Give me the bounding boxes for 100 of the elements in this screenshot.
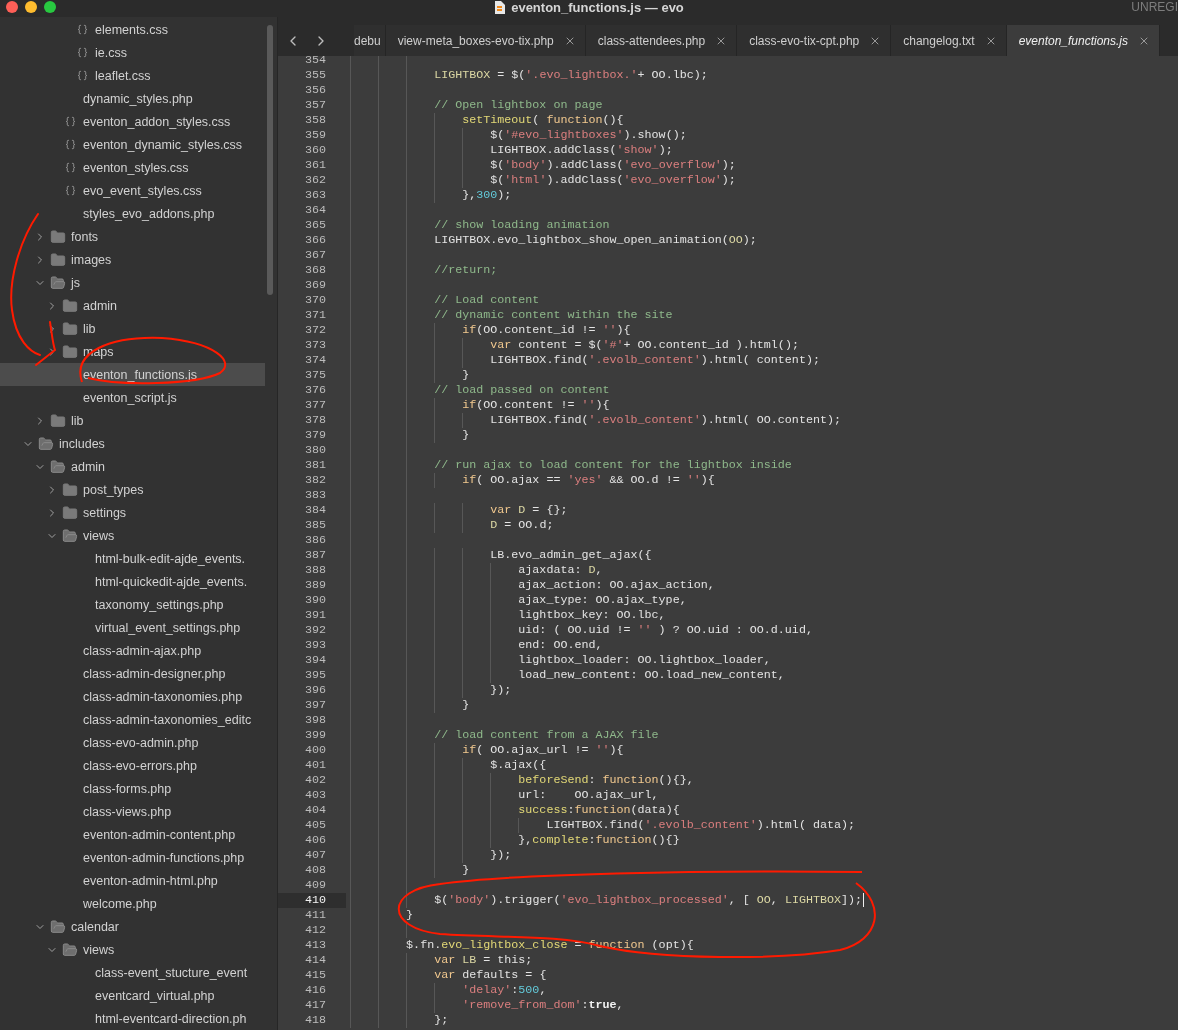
folder-item[interactable]: admin xyxy=(0,294,265,317)
line-number: 418 xyxy=(303,1012,327,1028)
line-number: 374 xyxy=(303,352,327,368)
file-item[interactable]: eventon-admin-content.php xyxy=(0,823,265,846)
file-item[interactable]: eventcard_virtual.php xyxy=(0,984,265,1007)
folder-item[interactable]: admin xyxy=(0,455,265,478)
line-number: 417 xyxy=(303,997,327,1013)
file-item[interactable]: class-evo-errors.php xyxy=(0,754,265,777)
file-item[interactable]: leaflet.css xyxy=(0,64,265,87)
file-item[interactable]: styles_evo_addons.php xyxy=(0,202,265,225)
line-number: 382 xyxy=(303,472,327,488)
line-number: 395 xyxy=(303,667,327,683)
folder-item[interactable]: js xyxy=(0,271,265,294)
line-number: 372 xyxy=(303,322,327,338)
code-line: var content = $('#'+ OO.content_id ).html(); xyxy=(489,337,799,353)
file-tab[interactable]: changelog.txt xyxy=(891,25,1007,56)
file-item[interactable]: class-forms.php xyxy=(0,777,265,800)
file-item[interactable]: html-quickedit-ajde_events. xyxy=(0,570,265,593)
line-number: 361 xyxy=(303,157,327,173)
line-number: 400 xyxy=(303,742,327,758)
file-item[interactable]: eventon_script.js xyxy=(0,386,265,409)
file-tab[interactable]: debu xyxy=(354,25,386,56)
folder-item[interactable]: fonts xyxy=(0,225,265,248)
folder-item[interactable]: lib xyxy=(0,317,265,340)
code-line: }); xyxy=(489,682,512,698)
line-number: 392 xyxy=(303,622,327,638)
file-item[interactable]: class-views.php xyxy=(0,800,265,823)
code-line: 'delay':500, xyxy=(461,982,547,998)
line-number: 370 xyxy=(303,292,327,308)
folder-icon xyxy=(62,481,78,498)
code-line: ajaxdata: D, xyxy=(517,562,603,578)
file-item[interactable]: welcome.php xyxy=(0,892,265,915)
file-tab[interactable]: eventon_functions.js xyxy=(1006,25,1161,56)
minimize-window-button[interactable] xyxy=(25,0,37,13)
file-item[interactable]: eventon_functions.js xyxy=(0,363,265,386)
code-line: // load passed on content xyxy=(433,382,610,398)
folder-item[interactable]: post_types xyxy=(0,478,265,501)
folder-icon xyxy=(50,228,66,245)
line-number: 403 xyxy=(303,787,327,803)
code-line: LB.evo_admin_get_ajax({ xyxy=(489,547,652,563)
folder-item[interactable]: views xyxy=(0,524,265,547)
file-item[interactable]: html-bulk-edit-ajde_events. xyxy=(0,547,265,570)
file-item[interactable]: virtual_event_settings.php xyxy=(0,616,265,639)
code-line: LIGHTBOX.find('.evolb_content').html( OO.content); xyxy=(489,412,841,428)
file-item[interactable]: taxonomy_settings.php xyxy=(0,593,265,616)
file-item[interactable]: dynamic_styles.php xyxy=(0,87,265,110)
folder-icon xyxy=(62,527,78,544)
file-item[interactable]: html-eventcard-direction.ph xyxy=(0,1007,265,1030)
folder-icon xyxy=(62,320,78,337)
file-item[interactable]: class-evo-admin.php xyxy=(0,731,265,754)
line-number: 369 xyxy=(303,277,327,293)
file-item[interactable]: elements.css xyxy=(0,18,265,41)
file-item[interactable]: class-admin-taxonomies.php xyxy=(0,685,265,708)
code-line: LIGHTBOX.find('.evolb_content').html( content); xyxy=(489,352,820,368)
file-item[interactable]: eventon_dynamic_styles.css xyxy=(0,133,265,156)
line-number: 404 xyxy=(303,802,327,818)
folder-icon xyxy=(62,941,78,958)
braces-icon xyxy=(64,162,76,173)
line-number: 413 xyxy=(303,937,327,953)
file-item[interactable]: eventon_addon_styles.css xyxy=(0,110,265,133)
line-number: 355 xyxy=(303,67,327,83)
code-line: } xyxy=(461,427,470,443)
line-number: 362 xyxy=(303,172,327,188)
file-item[interactable]: evo_event_styles.css xyxy=(0,179,265,202)
file-item[interactable]: class-admin-taxonomies_editc xyxy=(0,708,265,731)
folder-item[interactable]: lib xyxy=(0,409,265,432)
code-line: }; xyxy=(433,1012,449,1028)
file-tab[interactable]: class-attendees.php xyxy=(585,25,738,56)
scrollbar-thumb[interactable] xyxy=(267,25,273,295)
line-number: 373 xyxy=(303,337,327,353)
line-number: 358 xyxy=(303,112,327,128)
line-number: 411 xyxy=(303,907,327,923)
file-item[interactable]: ie.css xyxy=(0,41,265,64)
file-item[interactable]: class-admin-designer.php xyxy=(0,662,265,685)
file-tab[interactable]: class-evo-tix-cpt.php xyxy=(737,25,892,56)
line-number: 387 xyxy=(303,547,327,563)
folder-item[interactable]: views xyxy=(0,938,265,961)
line-number: 356 xyxy=(303,82,327,98)
folder-item[interactable]: calendar xyxy=(0,915,265,938)
file-item[interactable]: class-event_stucture_event xyxy=(0,961,265,984)
line-number: 375 xyxy=(303,367,327,383)
line-number: 409 xyxy=(303,877,327,893)
folder-item[interactable]: includes xyxy=(0,432,265,455)
file-tab[interactable]: view-meta_boxes-evo-tix.php xyxy=(385,25,586,56)
file-item[interactable]: class-admin-ajax.php xyxy=(0,639,265,662)
file-item[interactable]: eventon-admin-functions.php xyxy=(0,846,265,869)
file-item[interactable]: eventon_styles.css xyxy=(0,156,265,179)
line-number: 405 xyxy=(303,817,327,833)
code-line: 'remove_from_dom':true, xyxy=(461,997,624,1013)
zoom-window-button[interactable] xyxy=(44,0,56,13)
line-number: 365 xyxy=(303,217,327,233)
code-line: end: OO.end, xyxy=(517,637,603,653)
folder-icon xyxy=(50,458,66,475)
folder-item[interactable]: settings xyxy=(0,501,265,524)
folder-icon xyxy=(62,297,78,314)
folder-item[interactable]: images xyxy=(0,248,265,271)
close-window-button[interactable] xyxy=(6,0,18,13)
file-item[interactable]: eventon-admin-html.php xyxy=(0,869,265,892)
braces-icon xyxy=(64,139,76,150)
code-line: url: OO.ajax_url, xyxy=(517,787,659,803)
